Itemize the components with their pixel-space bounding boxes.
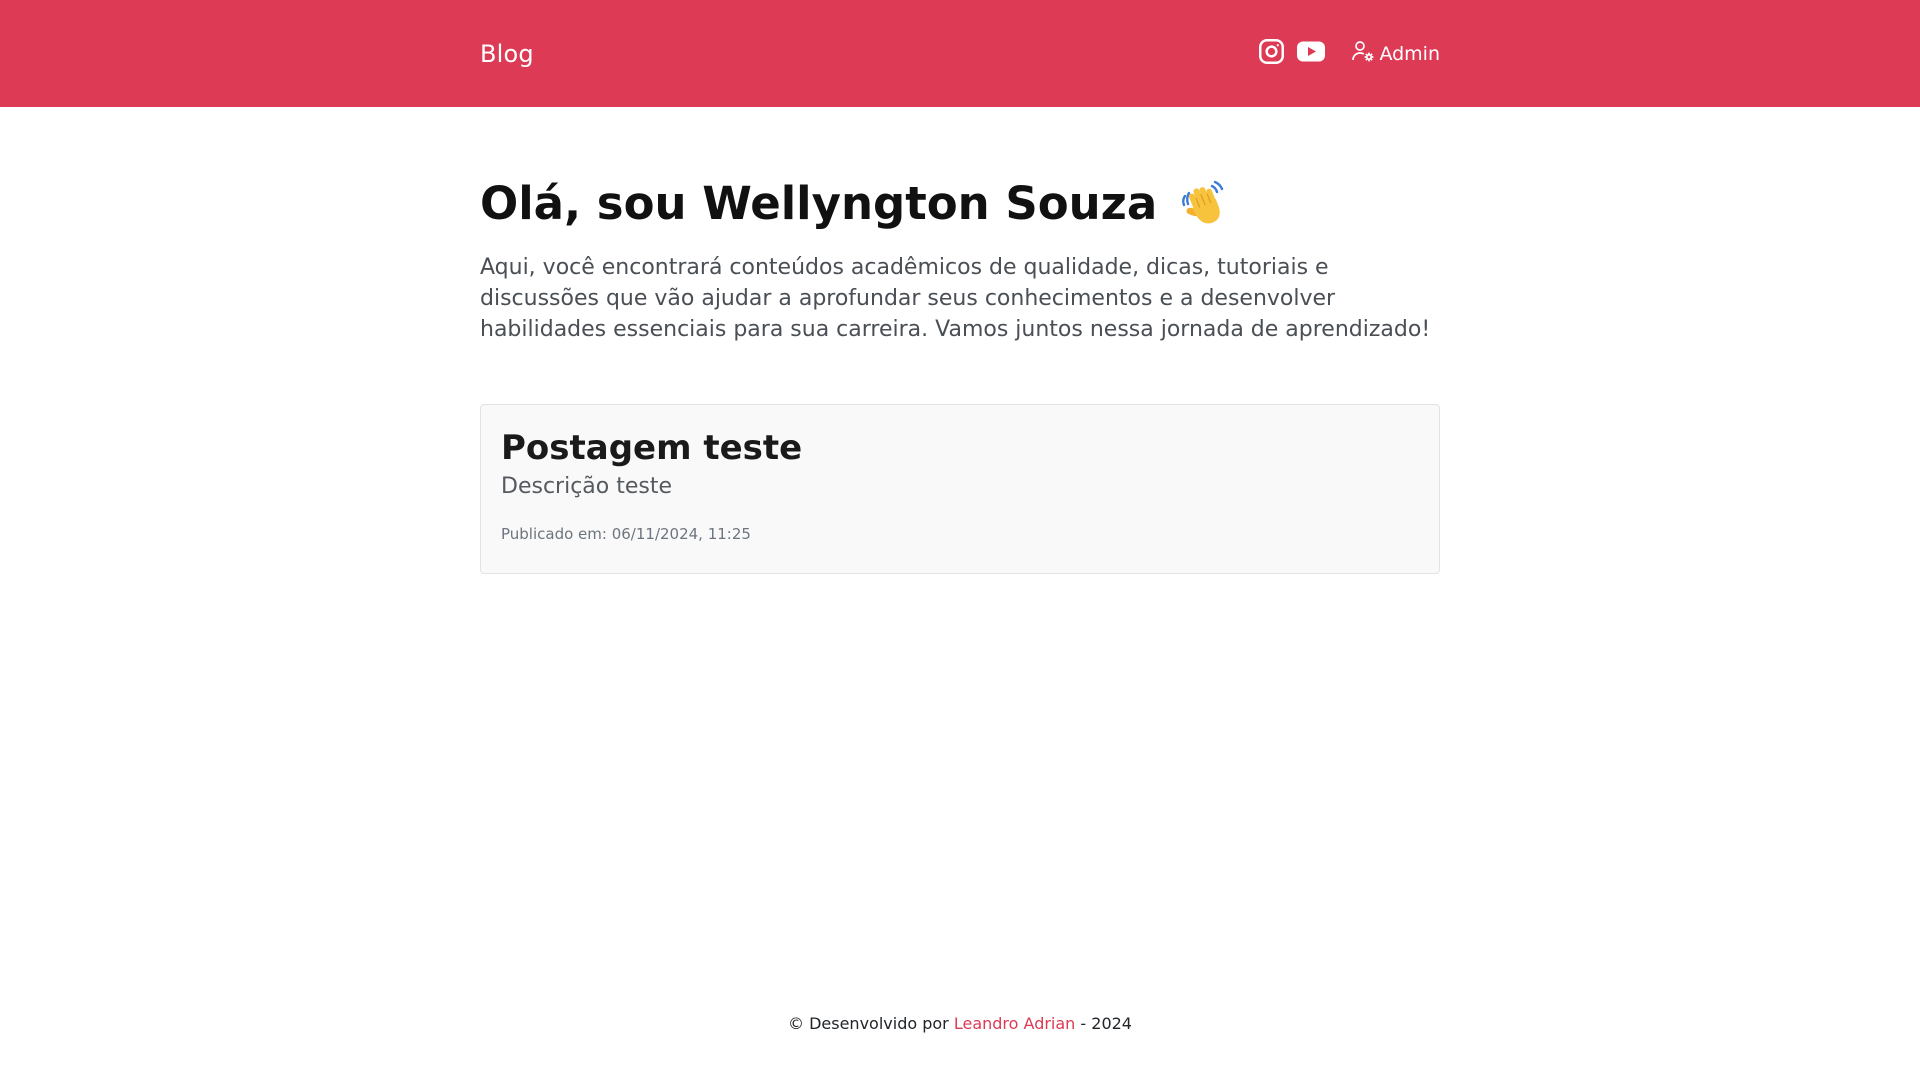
post-date: Publicado em: 06/11/2024, 11:25 (501, 525, 751, 543)
footer-suffix: - 2024 (1080, 1014, 1132, 1033)
brand-link[interactable]: Blog (480, 40, 534, 68)
youtube-icon (1297, 41, 1326, 66)
youtube-link[interactable] (1297, 41, 1326, 66)
hero-title-text: Olá, sou Wellyngton Souza (480, 177, 1158, 230)
page-title: Olá, sou Wellyngton Souza (480, 176, 1440, 232)
navbar-actions: Admin (1258, 38, 1440, 69)
admin-link[interactable]: Admin (1351, 39, 1440, 68)
user-gear-icon (1351, 39, 1379, 68)
post-card[interactable]: Postagem teste Descrição teste Publicado… (480, 404, 1440, 574)
navbar-container: Blog Admin (480, 0, 1440, 107)
instagram-icon (1258, 38, 1285, 69)
hero-section: Olá, sou Wellyngton Souza Aqui, você enc (480, 176, 1440, 345)
footer-author-link[interactable]: Leandro Adrian (954, 1014, 1075, 1033)
post-title[interactable]: Postagem teste (501, 427, 1419, 469)
post-description: Descrição teste (501, 474, 673, 499)
instagram-link[interactable] (1258, 38, 1285, 69)
footer-prefix: © Desenvolvido por (788, 1014, 949, 1033)
navbar: Blog Admin (0, 0, 1920, 107)
waving-hand-icon (1179, 179, 1229, 229)
hero-description: Aqui, você encontrará conteúdos acadêmic… (480, 255, 1431, 342)
admin-label: Admin (1379, 42, 1440, 65)
footer: © Desenvolvido por Leandro Adrian - 2024 (0, 1014, 1920, 1033)
